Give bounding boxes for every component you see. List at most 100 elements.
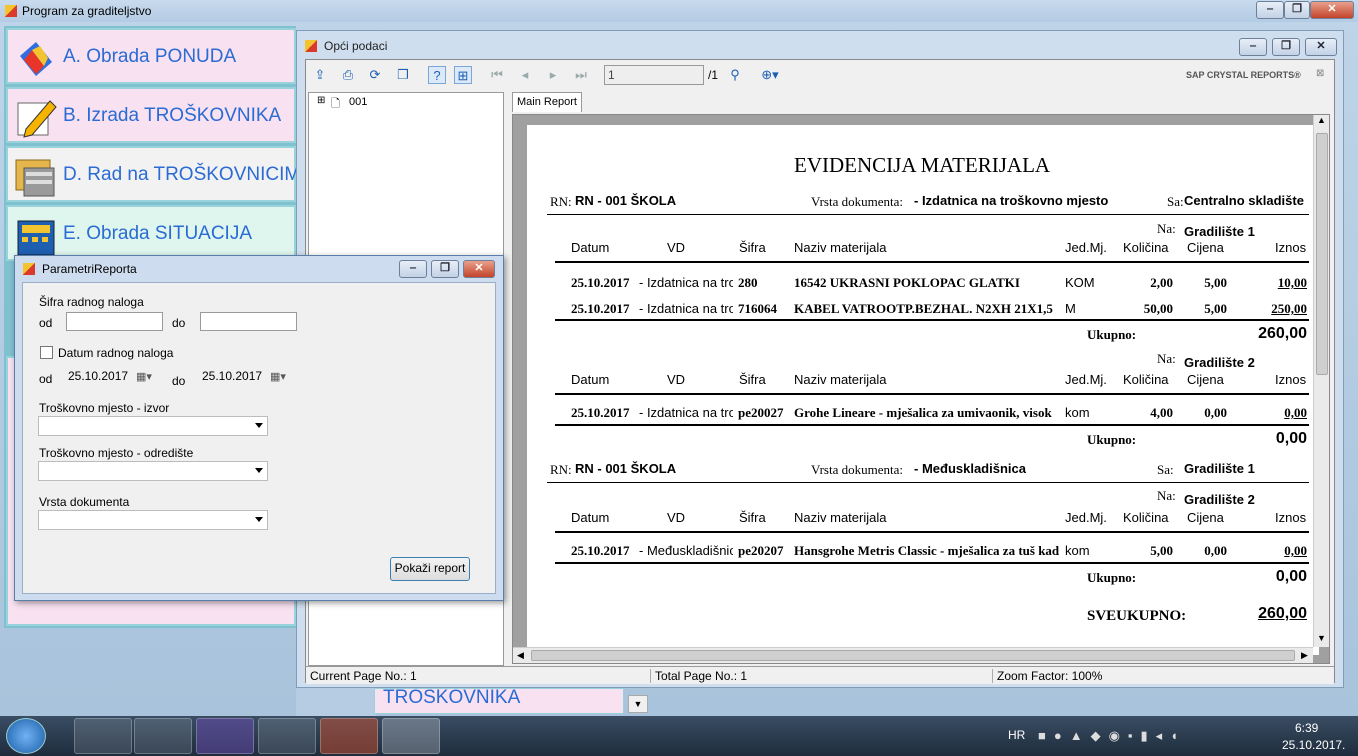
taskbar-app-explorer[interactable] — [134, 718, 192, 754]
language-indicator[interactable]: HR — [1008, 728, 1025, 742]
brand-label: SAP CRYSTAL REPORTS® — [1186, 70, 1301, 80]
zoom-icon[interactable]: ⊕▾ — [756, 66, 784, 84]
taskbar-app-powerpoint[interactable] — [320, 718, 378, 754]
date-from-picker[interactable]: 25.10.2017 ▦▾ — [66, 367, 162, 387]
scroll-left-icon[interactable]: ◀ — [517, 650, 524, 661]
chevron-down-icon — [255, 517, 263, 522]
cell-vd: - Izdatnica na tro — [639, 301, 733, 316]
menu-item-ponuda[interactable]: A. Obrada PONUDA — [6, 28, 296, 84]
cell-sifra: 280 — [738, 275, 758, 290]
close-button[interactable]: ✕ — [1310, 1, 1354, 19]
cell-sifra: pe20207 — [738, 543, 784, 558]
col-naziv: Naziv materijala — [794, 240, 887, 255]
taskbar-app-visual-studio[interactable] — [196, 718, 254, 754]
tree-node[interactable]: 001 — [349, 96, 367, 108]
scroll-down-icon[interactable]: ▼ — [1317, 633, 1326, 643]
taskbar-app-browser[interactable] — [258, 718, 316, 754]
report-title: EVIDENCIJA MATERIJALA — [794, 153, 1051, 177]
datum-checkbox[interactable] — [40, 346, 53, 359]
col-datum: Datum — [571, 510, 610, 525]
parametri-title: ParametriReporta — [42, 262, 137, 276]
close-panel-icon[interactable]: ⊠ — [1316, 68, 1324, 79]
export-icon[interactable]: ⇪ — [311, 66, 329, 84]
opci-close-button[interactable]: ✕ — [1305, 38, 1337, 56]
cell-iznos: 250,00 — [1271, 301, 1307, 316]
group-tree-icon[interactable]: ⊞ — [454, 66, 472, 84]
menu-item-partial[interactable]: TROŠKOVNIKA — [374, 688, 624, 714]
pokazi-report-button[interactable]: Pokaži report — [390, 557, 470, 581]
next-page-icon[interactable]: ▸ — [544, 66, 562, 84]
parametri-dialog: ParametriReporta ‒ ❐ ✕ Šifra radnog nalo… — [14, 255, 504, 601]
calendar-icon[interactable]: ▦▾ — [270, 370, 286, 383]
datum-od-label: od — [39, 372, 53, 386]
help-icon[interactable]: ? — [428, 66, 446, 84]
cell-jed: M — [1065, 301, 1076, 316]
calendar-icon[interactable]: ▦▾ — [136, 370, 152, 383]
scroll-thumb-h[interactable] — [531, 650, 1295, 661]
vertical-scrollbar[interactable]: ▲ ▼ — [1313, 115, 1329, 647]
horizontal-scrollbar[interactable]: ◀ ▶ — [513, 647, 1313, 663]
tab-main-report[interactable]: Main Report — [512, 92, 582, 112]
background-area — [296, 688, 376, 716]
scroll-thumb[interactable] — [1316, 133, 1328, 375]
clock-time: 6:39 — [1295, 721, 1319, 735]
clock-date: 25.10.2017. — [1282, 738, 1346, 752]
odrediste-select[interactable] — [38, 461, 268, 481]
sveukupno-label: SVEUKUPNO: — [1087, 608, 1187, 624]
cell-naziv: Hansgrohe Metris Classic - mješalica za … — [794, 543, 1059, 558]
taskbar-app-program[interactable] — [74, 718, 132, 754]
scroll-right-icon[interactable]: ▶ — [1301, 650, 1308, 661]
datum-do-label: do — [172, 374, 186, 388]
chevron-down-icon — [255, 468, 263, 473]
sa-label: Sa: — [1167, 194, 1184, 209]
vrsta-dokumenta-select[interactable] — [38, 510, 268, 530]
page-total: /1 — [708, 68, 719, 82]
start-button[interactable] — [6, 718, 46, 754]
menu-item-troskovnik[interactable]: B. Izrada TROŠKOVNIKA — [6, 87, 296, 143]
copy-icon[interactable]: ❐ — [394, 66, 412, 84]
tray-icons[interactable]: ■●▲◆◉▪▮◂◖ — [1038, 728, 1258, 744]
col-iznos: Iznos — [1275, 240, 1307, 255]
sifra-od-input[interactable] — [66, 312, 163, 331]
cell-iznos: 10,00 — [1277, 275, 1307, 290]
binoculars-icon[interactable]: ⚲ — [726, 66, 744, 84]
param-close-button[interactable]: ✕ — [463, 260, 495, 278]
sifra-do-input[interactable] — [200, 312, 297, 331]
datum-label: Datum radnog naloga — [58, 346, 174, 360]
taskbar-app-active[interactable] — [382, 718, 440, 754]
page-number-input[interactable]: 1 — [604, 65, 704, 85]
prev-page-icon[interactable]: ◂ — [516, 66, 534, 84]
param-minimize-button[interactable]: ‒ — [399, 260, 427, 278]
rn-label: RN: — [550, 462, 572, 477]
izvor-select[interactable] — [38, 416, 268, 436]
scroll-up-icon[interactable]: ▲ — [1317, 115, 1326, 125]
na-value: Gradilište 2 — [1184, 492, 1255, 507]
col-naziv: Naziv materijala — [794, 510, 887, 525]
ukupno-label: Ukupno: — [1087, 570, 1137, 585]
date-to-picker[interactable]: 25.10.2017 ▦▾ — [200, 367, 296, 387]
last-page-icon[interactable]: ⏭ — [572, 66, 590, 84]
cell-naziv: Grohe Lineare - mješalica za umivaonik, … — [794, 405, 1052, 420]
print-icon[interactable]: ⎙ — [339, 66, 357, 84]
maximize-button[interactable]: ❐ — [1284, 1, 1310, 19]
first-page-icon[interactable]: ⏮ — [488, 66, 506, 84]
cell-datum: 25.10.2017 — [571, 543, 630, 558]
ukupno-label: Ukupno: — [1087, 432, 1137, 447]
chevron-down-icon[interactable]: ▼ — [628, 695, 648, 713]
cell-kol: 2,00 — [1150, 275, 1173, 290]
refresh-icon[interactable]: ⟳ — [366, 66, 384, 84]
minimize-button[interactable]: ‒ — [1256, 1, 1284, 19]
sifra-label: Šifra radnog naloga — [39, 295, 144, 309]
pencil-icon — [17, 100, 57, 138]
menu-item-rad-troskovnici[interactable]: D. Rad na TROŠKOVNICIMA — [6, 146, 313, 202]
na-value: Gradilište 2 — [1184, 355, 1255, 370]
opci-maximize-button[interactable]: ❐ — [1272, 38, 1300, 56]
param-maximize-button[interactable]: ❐ — [431, 260, 459, 278]
menu-item-situacija[interactable]: E. Obrada SITUACIJA — [6, 205, 296, 261]
opci-minimize-button[interactable]: ‒ — [1239, 38, 1267, 56]
expand-icon[interactable]: ⊞ — [317, 95, 325, 106]
main-window-title: Program za graditeljstvo — [22, 4, 152, 18]
taskbar: HR ■●▲◆◉▪▮◂◖ 6:39 25.10.2017. — [0, 716, 1358, 756]
cell-kol: 4,00 — [1150, 405, 1173, 420]
cell-iznos: 0,00 — [1284, 543, 1307, 558]
